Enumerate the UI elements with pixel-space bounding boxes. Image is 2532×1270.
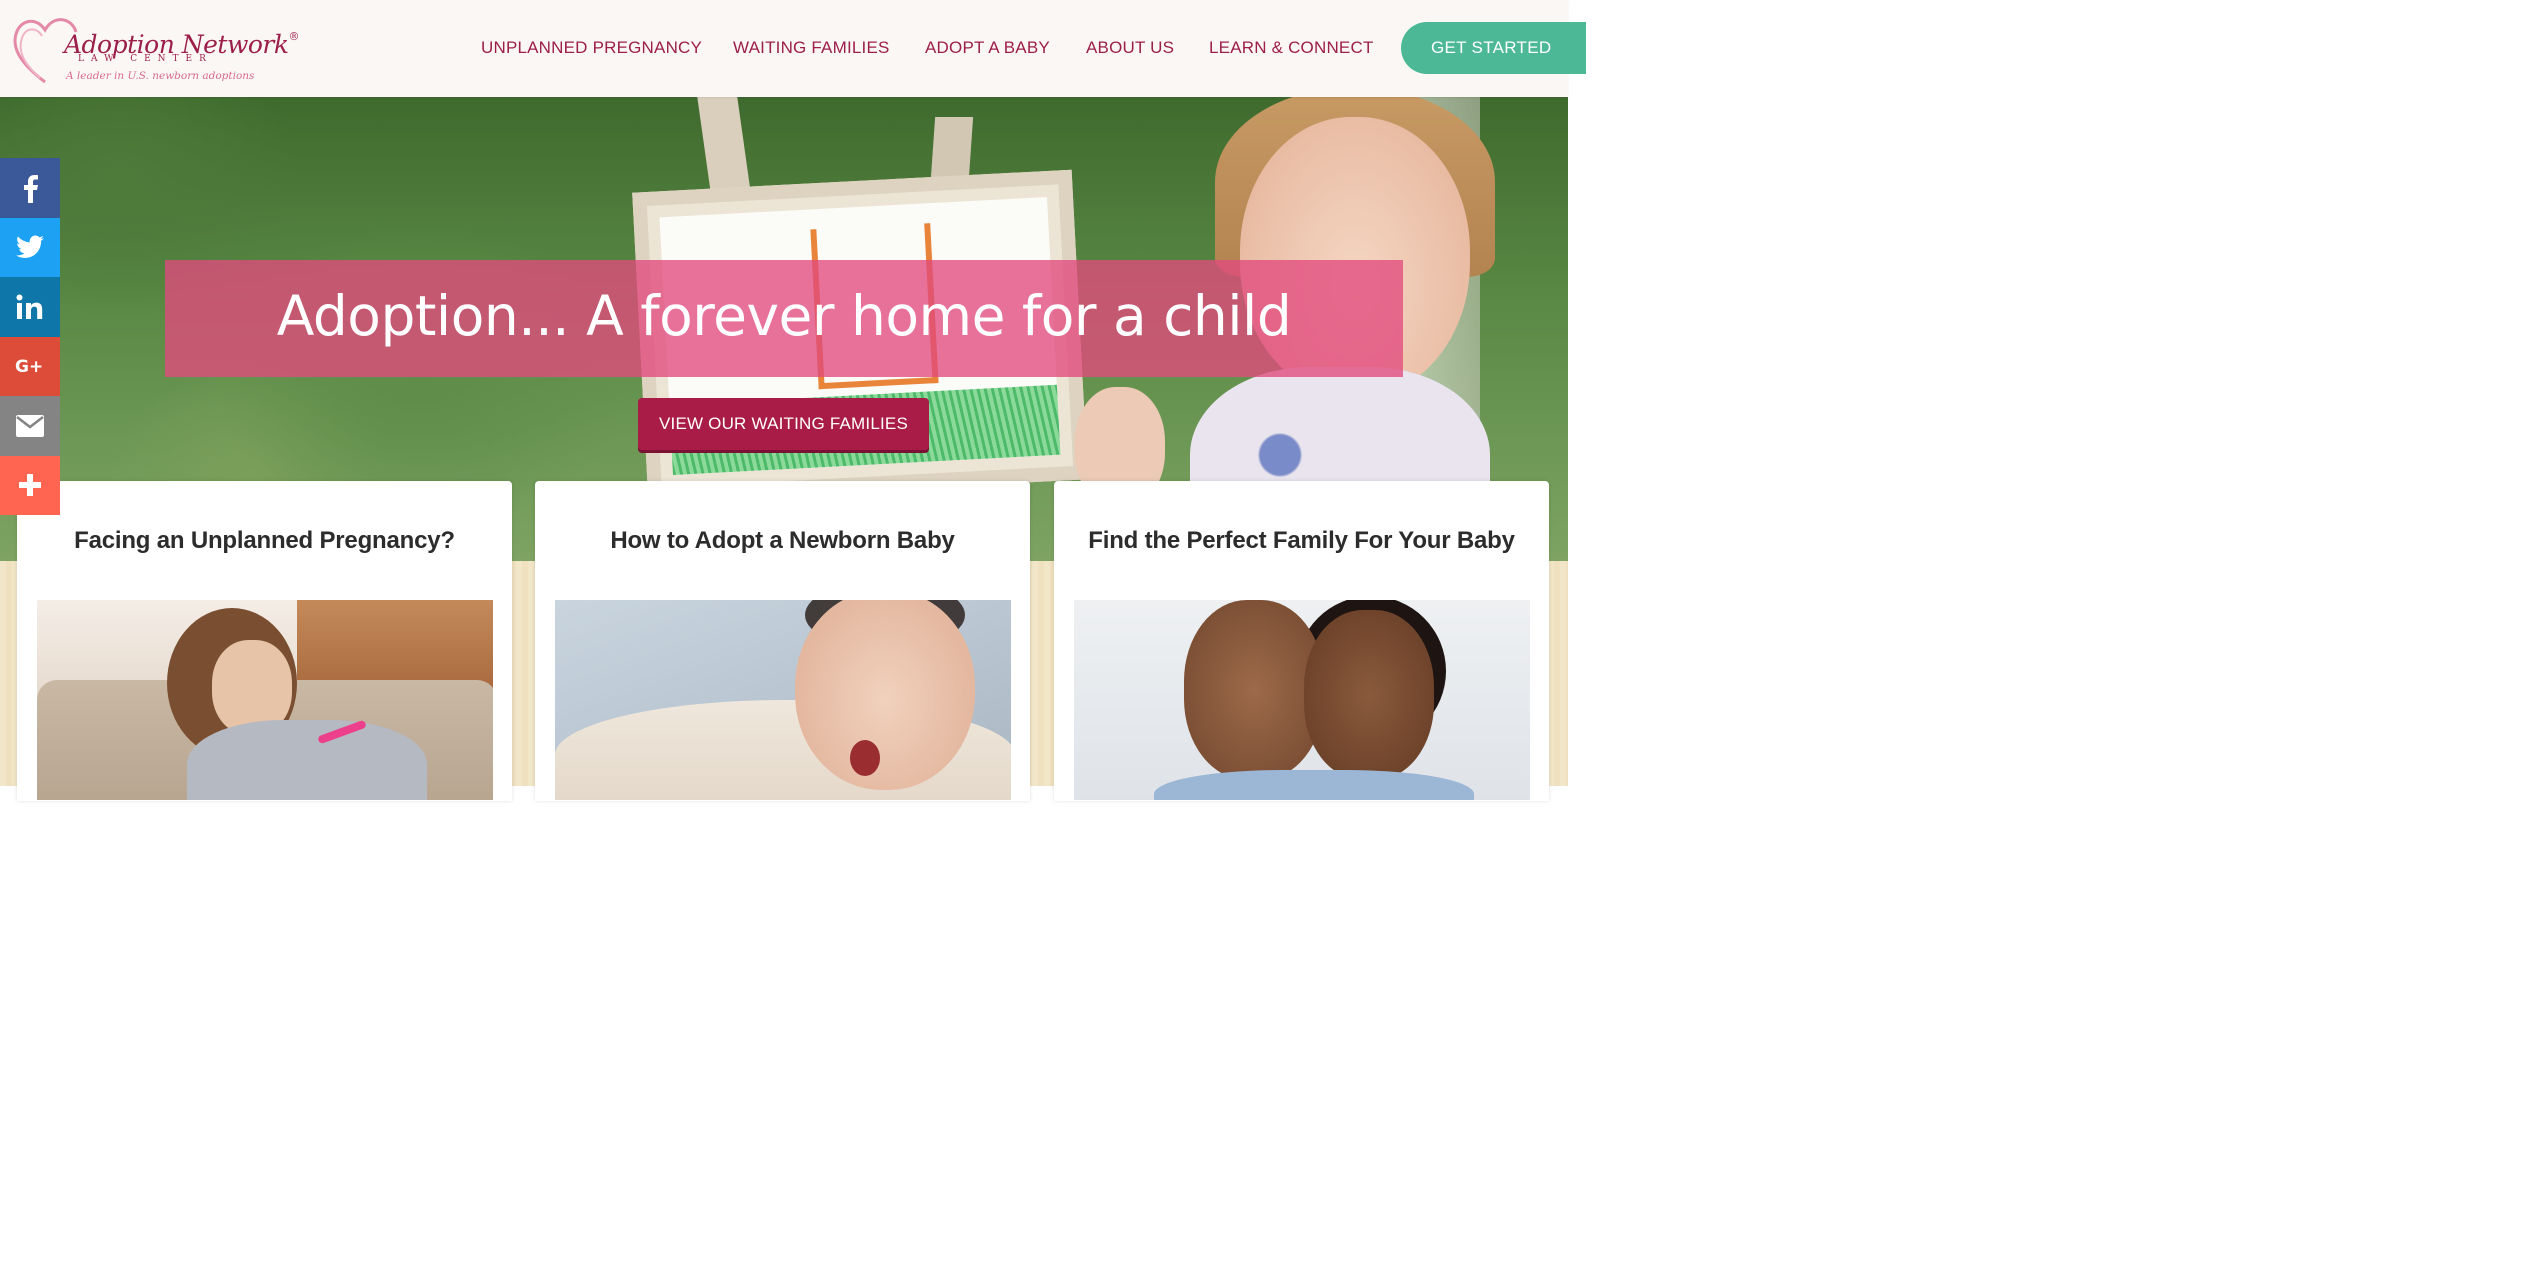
nav-item-about-us[interactable]: ABOUT US <box>1086 38 1174 58</box>
card-title: How to Adopt a Newborn Baby <box>610 527 955 554</box>
nav-item-learn-connect[interactable]: LEARN & CONNECT <box>1209 38 1374 58</box>
view-waiting-families-button[interactable]: VIEW OUR WAITING FAMILIES <box>638 398 929 450</box>
linkedin-share-button[interactable] <box>0 277 60 337</box>
share-plus-icon <box>19 474 41 497</box>
nav-item-unplanned-pregnancy[interactable]: UNPLANNED PREGNANCY <box>481 38 702 58</box>
site-header: Adoption Network® LAW CENTER A leader in… <box>0 0 1586 97</box>
card-image-happy-couple <box>1074 600 1530 800</box>
google-plus-icon: G+ <box>15 357 43 376</box>
nav-item-waiting-families[interactable]: WAITING FAMILIES <box>733 38 890 58</box>
get-started-button[interactable]: GET STARTED <box>1401 22 1586 74</box>
card-image-newborn-baby <box>555 600 1011 800</box>
linkedin-icon <box>16 294 43 319</box>
svg-text:G+: G+ <box>15 357 43 376</box>
card-title: Find the Perfect Family For Your Baby <box>1088 527 1515 554</box>
facebook-share-button[interactable] <box>0 158 60 218</box>
card-find-family[interactable]: Find the Perfect Family For Your Baby <box>1054 481 1549 801</box>
google-plus-share-button[interactable]: G+ <box>0 336 60 396</box>
card-unplanned-pregnancy[interactable]: Facing an Unplanned Pregnancy? <box>17 481 512 801</box>
more-share-button[interactable] <box>0 455 60 515</box>
main-nav: UNPLANNED PREGNANCY WAITING FAMILIES ADO… <box>0 38 1568 60</box>
email-share-button[interactable] <box>0 396 60 456</box>
logo-tagline: A leader in U.S. newborn adoptions <box>66 70 255 82</box>
hero-headline: Adoption... A forever home for a child <box>276 284 1292 348</box>
facebook-icon <box>24 174 38 203</box>
social-share-bar: G+ <box>0 158 60 515</box>
card-title: Facing an Unplanned Pregnancy? <box>74 527 455 554</box>
twitter-share-button[interactable] <box>0 217 60 277</box>
hero-headline-band: Adoption... A forever home for a child <box>165 260 1403 377</box>
email-icon <box>16 414 44 437</box>
nav-item-adopt-a-baby[interactable]: ADOPT A BABY <box>925 38 1050 58</box>
card-adopt-newborn[interactable]: How to Adopt a Newborn Baby <box>535 481 1030 801</box>
twitter-icon <box>16 235 44 259</box>
card-image-pregnant-woman <box>37 600 493 800</box>
